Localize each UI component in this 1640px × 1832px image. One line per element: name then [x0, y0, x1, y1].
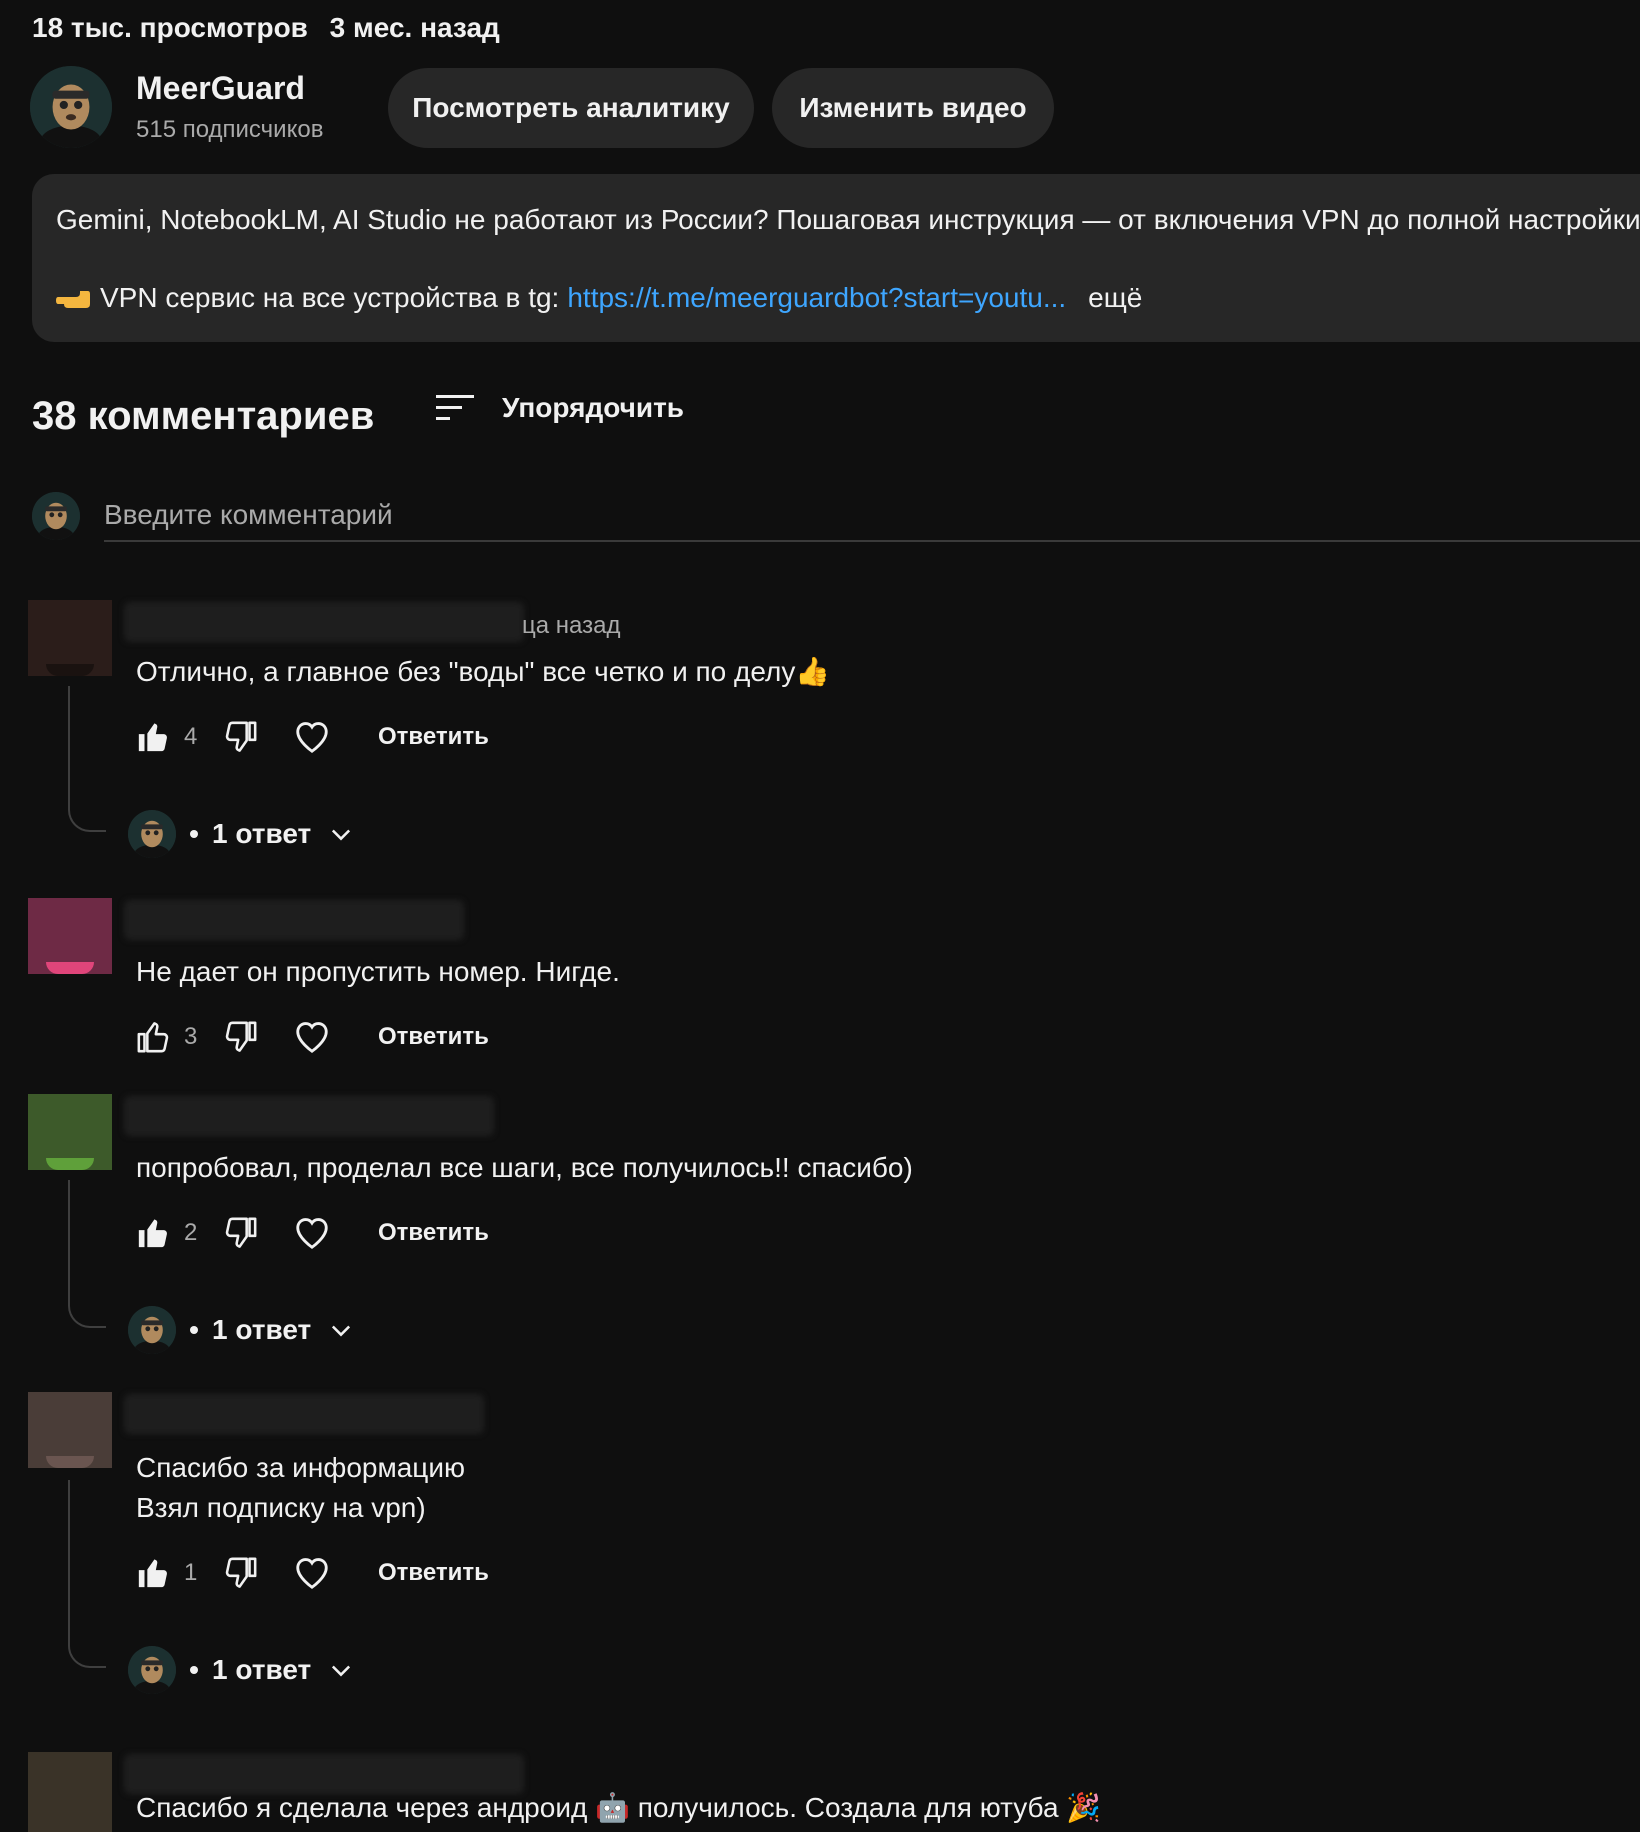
upload-age: 3 мес. назад	[329, 12, 500, 43]
reply-button[interactable]: Ответить	[378, 723, 489, 751]
video-meta: 18 тыс. просмотров 3 мес. назад	[32, 12, 500, 44]
comment-text-line2: Взял подписку на vpn)	[136, 1492, 426, 1523]
sort-icon	[436, 395, 474, 420]
comment-time: ца назад	[522, 612, 621, 639]
like-filled-icon[interactable]	[136, 720, 170, 754]
my-avatar	[32, 492, 80, 540]
comment-text-line1: Спасибо за информацию	[136, 1452, 465, 1483]
reply-button[interactable]: Ответить	[378, 1559, 489, 1587]
sort-label: Упорядочить	[502, 392, 685, 423]
show-more-link[interactable]: ещё	[1088, 282, 1142, 314]
description-link[interactable]: https://t.me/meerguardbot?start=youtu...	[567, 282, 1066, 314]
chevron-down-icon	[332, 829, 351, 841]
commenter-name-redacted	[124, 1096, 494, 1136]
replies-toggle[interactable]: 1 ответ	[128, 1646, 355, 1694]
thread-line	[68, 686, 106, 832]
description-text: Gemini, NotebookLM, AI Studio не работаю…	[56, 204, 1640, 235]
like-count: 1	[184, 1559, 198, 1586]
chevron-down-icon	[332, 1325, 351, 1337]
dislike-icon[interactable]	[224, 720, 258, 754]
heart-icon[interactable]	[292, 718, 332, 756]
reply-author-avatar	[128, 1646, 176, 1694]
comment-input[interactable]	[104, 490, 1640, 542]
edit-video-button[interactable]: Изменить видео	[772, 68, 1054, 148]
replies-count: 1 ответ	[212, 1654, 312, 1685]
reply-author-avatar	[128, 1306, 176, 1354]
heart-icon[interactable]	[292, 1554, 332, 1592]
commenter-name-redacted	[124, 602, 524, 642]
meerkat-avatar-icon	[128, 810, 176, 858]
meerkat-avatar-icon	[128, 1306, 176, 1354]
view-count: 18 тыс. просмотров	[32, 12, 308, 43]
description-vpn-line: VPN сервис на все устройства в tg: https…	[56, 282, 1142, 314]
comment-actions: 3 Ответить	[136, 1018, 489, 1056]
channel-name[interactable]: MeerGuard	[136, 70, 305, 107]
like-icon[interactable]	[136, 1020, 170, 1054]
heart-icon[interactable]	[292, 1214, 332, 1252]
commenter-name-redacted	[124, 900, 464, 940]
reply-button[interactable]: Ответить	[378, 1023, 489, 1051]
dislike-icon[interactable]	[224, 1020, 258, 1054]
channel-avatar[interactable]	[30, 66, 112, 148]
comments-count: 38 комментариев	[32, 394, 375, 438]
comment-text: Спасибо я сделала через андроид 🤖 получи…	[136, 1792, 1102, 1823]
subscriber-count: 515 подписчиков	[136, 116, 324, 143]
like-count: 4	[184, 723, 198, 750]
dislike-icon[interactable]	[224, 1556, 258, 1590]
like-count: 3	[184, 1023, 198, 1050]
description-box[interactable]	[32, 174, 1640, 342]
commenter-name-redacted	[124, 1394, 484, 1434]
meerkat-avatar-icon	[128, 1646, 176, 1694]
commenter-avatar[interactable]	[28, 600, 112, 676]
view-analytics-button[interactable]: Посмотреть аналитику	[388, 68, 754, 148]
dot-separator	[190, 1326, 198, 1334]
reply-author-avatar	[128, 810, 176, 858]
comment-actions: 4 Ответить	[136, 718, 489, 756]
commenter-avatar[interactable]	[28, 898, 112, 974]
thread-line	[68, 1480, 106, 1668]
commenter-avatar[interactable]	[28, 1392, 112, 1468]
like-count: 2	[184, 1219, 198, 1246]
replies-count: 1 ответ	[212, 1314, 312, 1345]
dot-separator	[190, 830, 198, 838]
pointing-hand-icon	[56, 286, 92, 310]
comment-actions: 1 Ответить	[136, 1554, 489, 1592]
replies-count: 1 ответ	[212, 818, 312, 849]
commenter-avatar[interactable]	[28, 1094, 112, 1170]
thread-line	[68, 1180, 106, 1328]
sort-button[interactable]: Упорядочить	[434, 392, 684, 424]
replies-toggle[interactable]: 1 ответ	[128, 810, 355, 858]
commenter-avatar[interactable]	[28, 1752, 112, 1832]
dot-separator	[190, 1666, 198, 1674]
comment-actions: 2 Ответить	[136, 1214, 489, 1252]
meerkat-avatar-icon	[32, 492, 80, 540]
comment-text: Не дает он пропустить номер. Нигде.	[136, 956, 620, 987]
like-filled-icon[interactable]	[136, 1216, 170, 1250]
heart-icon[interactable]	[292, 1018, 332, 1056]
comment-text: Отлично, а главное без "воды" все четко …	[136, 656, 831, 687]
dislike-icon[interactable]	[224, 1216, 258, 1250]
meerkat-avatar-icon	[30, 66, 112, 148]
comment-text: попробовал, проделал все шаги, все получ…	[136, 1152, 913, 1183]
like-filled-icon[interactable]	[136, 1556, 170, 1590]
reply-button[interactable]: Ответить	[378, 1219, 489, 1247]
chevron-down-icon	[332, 1665, 351, 1677]
replies-toggle[interactable]: 1 ответ	[128, 1306, 355, 1354]
description-vpn-prefix: VPN сервис на все устройства в tg:	[100, 282, 560, 313]
